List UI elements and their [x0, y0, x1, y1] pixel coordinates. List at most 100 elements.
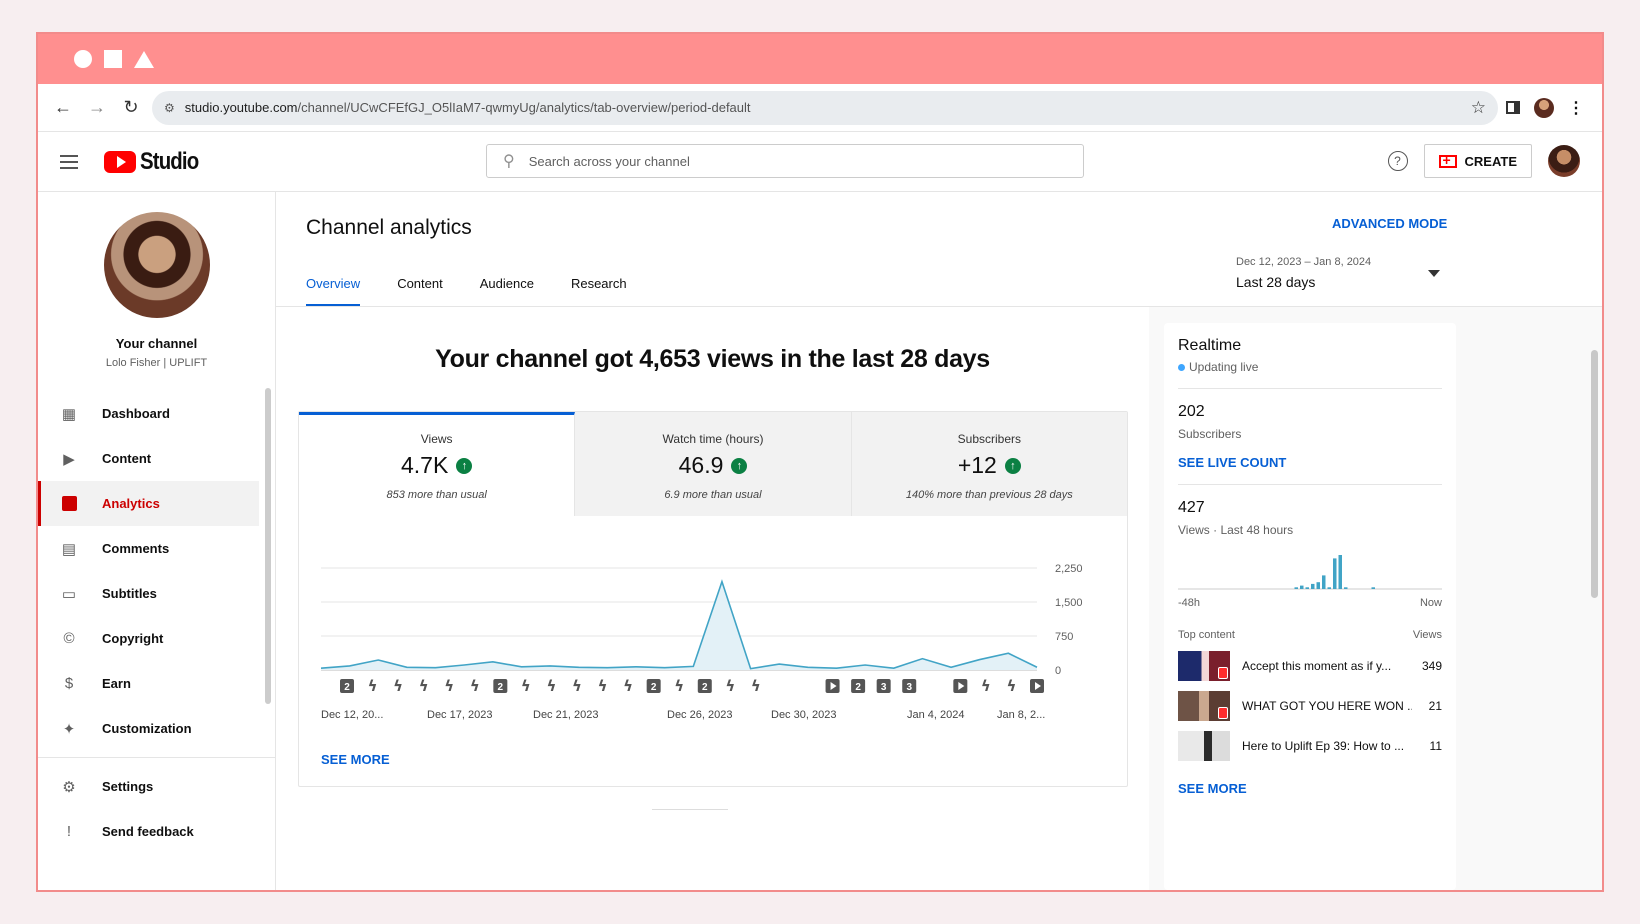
x-tick-label: Dec 12, 20... [321, 709, 383, 721]
comments-icon: ▤ [61, 540, 77, 558]
sidebar-item-subtitles[interactable]: ▭ Subtitles [38, 571, 275, 616]
realtime-bar [1316, 582, 1320, 589]
see-more-button[interactable]: SEE MORE [321, 752, 390, 767]
card-divider [652, 809, 728, 810]
profile-avatar-icon[interactable] [1534, 97, 1554, 118]
realtime-bar [1300, 585, 1304, 589]
shorts-marker-icon: ϟ [674, 677, 684, 695]
shorts-marker-icon: ϟ [393, 677, 403, 695]
tab-research[interactable]: Research [571, 276, 627, 307]
page-title: Channel analytics [306, 216, 472, 239]
y-tick-label: 0 [1055, 665, 1061, 677]
upload-count-label: 2 [702, 682, 708, 693]
channel-name: Lolo Fisher | UPLIFT [105, 357, 208, 369]
analytics-icon [60, 495, 78, 513]
subscriber-label: Subscribers [1178, 427, 1242, 441]
x-tick-label: Dec 17, 2023 [427, 709, 492, 721]
realtime-bar-chart [1178, 555, 1442, 590]
metric-value: +12 [957, 452, 997, 478]
shorts-marker-icon: ϟ [751, 677, 761, 695]
advanced-mode-button[interactable]: ADVANCED MODE [1332, 216, 1447, 231]
channel-label: Your channel [115, 336, 198, 351]
arrow-up-icon: ↑ [731, 457, 748, 474]
shorts-marker-icon: ϟ [1006, 677, 1016, 695]
metric-subscribers[interactable]: Subscribers +12 ↑ 140% more than previous… [851, 412, 1127, 516]
sidebar-item-settings[interactable]: ⚙ Settings [38, 764, 275, 809]
create-button[interactable]: CREATE [1423, 144, 1532, 178]
metric-note: 853 more than usual [386, 489, 487, 501]
metric-note: 140% more than previous 28 days [905, 489, 1073, 501]
upload-count-label: 2 [498, 682, 504, 693]
account-avatar[interactable] [1548, 145, 1580, 177]
earn-icon: $ [64, 675, 74, 692]
views-headline: Your channel got 4,653 views in the last… [435, 345, 990, 373]
sidebar-scrollbar[interactable] [265, 388, 271, 704]
subtitles-icon: ▭ [61, 585, 77, 603]
sidebar-item-content[interactable]: ▶ Content [38, 436, 275, 481]
see-live-count-button[interactable]: SEE LIVE COUNT [1178, 455, 1442, 470]
period-label: Last 28 days [1236, 274, 1316, 290]
realtime-title: Realtime [1178, 337, 1242, 354]
sidebar-item-analytics[interactable]: Analytics [38, 481, 259, 526]
top-content-row[interactable]: WHAT GOT YOU HERE WON ... 21 [1178, 691, 1442, 721]
video-thumbnail [1178, 651, 1230, 681]
realtime-card: Realtime Updating live 202 Subscribers S… [1164, 323, 1456, 890]
arrow-up-icon: ↑ [1004, 457, 1021, 474]
shorts-icon [1218, 707, 1228, 719]
realtime-bar [1294, 587, 1298, 589]
page-scrollbar[interactable] [1591, 350, 1598, 598]
period-selector[interactable]: Dec 12, 2023 – Jan 8, 2024 Last 28 days [1236, 256, 1446, 290]
top-content-row[interactable]: Accept this moment as if y... 349 [1178, 651, 1442, 681]
bookmark-star-icon[interactable]: ☆ [1471, 98, 1486, 118]
arrow-up-icon: ↑ [456, 457, 473, 474]
search-box[interactable]: ⚲ [486, 144, 1084, 178]
realtime-divider [1178, 484, 1442, 485]
x-tick-label: Dec 21, 2023 [533, 709, 598, 721]
triangle-icon [134, 50, 154, 68]
upload-count-label: 2 [344, 682, 350, 693]
y-tick-label: 2,250 [1055, 563, 1083, 575]
tab-overview[interactable]: Overview [306, 276, 361, 307]
metric-value: 46.9 [678, 452, 724, 478]
search-input[interactable] [528, 153, 1029, 169]
overview-card: Your channel got 4,653 views in the last… [276, 307, 1149, 890]
realtime-axis: -48h Now [1178, 597, 1442, 609]
search-icon: ⚲ [503, 153, 515, 170]
sidebar-item-copyright[interactable]: © Copyright [38, 616, 275, 661]
upload-count-label: 2 [651, 682, 657, 693]
video-thumbnail [1178, 691, 1230, 721]
sidebar-item-send-feedback[interactable]: ! Send feedback [38, 809, 275, 854]
back-button[interactable]: ← [50, 95, 76, 121]
url-field[interactable]: ⚙ studio.youtube.com/channel/UCwCFEfGJ_O… [152, 90, 1498, 125]
metric-views[interactable]: Views 4.7K ↑ 853 more than usual [299, 412, 576, 516]
menu-kebab-icon[interactable]: ⋮ [1568, 98, 1584, 118]
sidebar-item-customization[interactable]: ✦ Customization [38, 706, 275, 751]
hamburger-menu-icon[interactable] [60, 154, 78, 169]
sidebar-item-comments[interactable]: ▤ Comments [38, 526, 275, 571]
tab-audience[interactable]: Audience [480, 276, 534, 307]
channel-avatar[interactable] [103, 212, 210, 318]
top-content-row[interactable]: Here to Uplift Ep 39: How to ... 11 [1178, 731, 1442, 761]
sidebar-item-dashboard[interactable]: ▦ Dashboard [38, 391, 275, 436]
upload-count-label: 2 [855, 682, 861, 693]
sidebar-item-earn[interactable]: $ Earn [38, 661, 275, 706]
shorts-marker-icon: ϟ [623, 677, 633, 695]
side-panel-icon[interactable] [1506, 101, 1520, 114]
circle-icon [74, 50, 92, 68]
help-icon[interactable]: ? [1387, 151, 1408, 171]
upload-count-label: 3 [906, 682, 912, 693]
metric-watch-time[interactable]: Watch time (hours) 46.9 ↑ 6.9 more than u… [575, 412, 852, 516]
reload-button[interactable]: ↻ [118, 95, 144, 121]
settings-icon: ⚙ [62, 778, 76, 796]
studio-header: Studio ⚲ ? CREATE [38, 132, 1602, 192]
metric-note: 6.9 more than usual [664, 489, 762, 501]
site-settings-icon[interactable]: ⚙ [164, 101, 175, 115]
see-more-top-content-button[interactable]: SEE MORE [1178, 781, 1442, 796]
youtube-studio-logo[interactable]: Studio [104, 148, 209, 176]
nav-divider [38, 757, 275, 758]
tab-content[interactable]: Content [397, 276, 443, 307]
period-range: Dec 12, 2023 – Jan 8, 2024 [1236, 256, 1372, 268]
forward-button[interactable]: → [84, 95, 110, 121]
browser-window: ← → ↻ ⚙ studio.youtube.com/channel/UCwCF… [36, 32, 1604, 892]
metrics-panel: Views 4.7K ↑ 853 more than usual Watch ti… [298, 411, 1128, 787]
